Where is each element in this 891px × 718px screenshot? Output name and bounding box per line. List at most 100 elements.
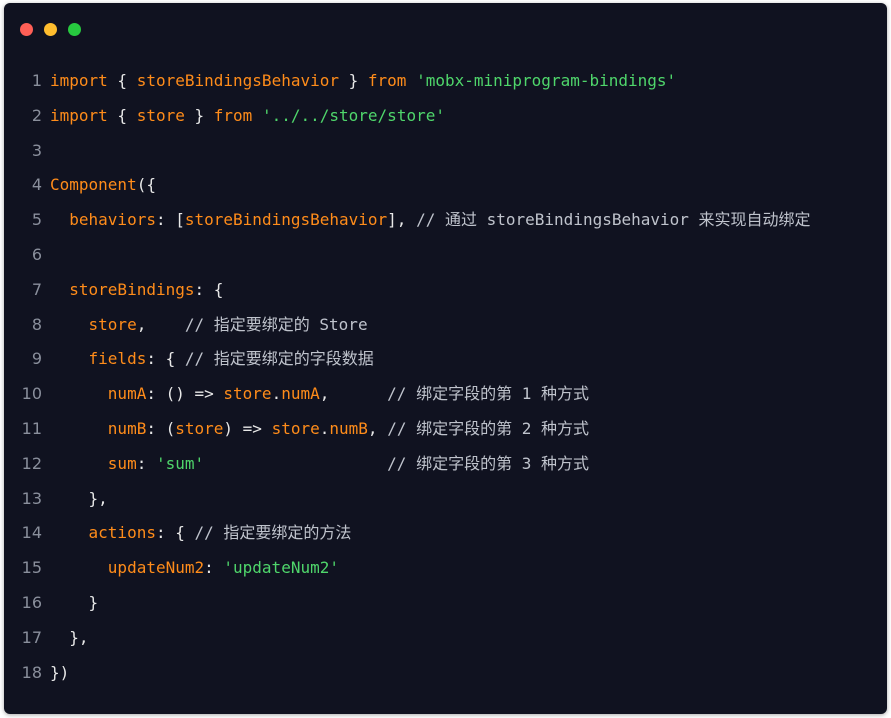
line-source: updateNum2: 'updateNum2'	[50, 558, 339, 577]
code-token: : [	[155, 210, 185, 230]
code-token: fields	[88, 349, 147, 369]
code-token: .	[271, 384, 282, 404]
line-source: sum: 'sum' // 绑定字段的第 3 种方式	[50, 454, 589, 473]
line-source: },	[50, 489, 108, 508]
code-token: 'sum'	[155, 453, 205, 473]
code-token: updateNum2	[107, 558, 205, 578]
code-token: // 指定要绑定的方法	[194, 523, 352, 543]
code-token: // 绑定字段的第 1 种方式	[387, 384, 589, 404]
code-token: // 绑定字段的第 3 种方式	[387, 453, 589, 473]
line-source: fields: { // 指定要绑定的字段数据	[50, 349, 374, 368]
line-source: import { store } from '../../store/store…	[50, 106, 445, 125]
code-token: numA	[281, 384, 320, 404]
code-line: 4 Component({	[4, 168, 887, 203]
code-token: : () =>	[146, 384, 224, 404]
code-token: .	[319, 418, 330, 438]
code-token: }	[50, 592, 99, 612]
code-token: from	[367, 71, 407, 90]
line-number: 2	[31, 105, 42, 125]
code-token: : {	[155, 523, 195, 543]
code-token: : (	[146, 418, 176, 438]
code-token: storeBindingsBehavior	[184, 210, 388, 230]
code-token: from	[213, 105, 253, 125]
line-source: actions: { // 指定要绑定的方法	[50, 523, 352, 543]
line-number: 10	[21, 384, 42, 404]
code-token: ,	[136, 314, 185, 334]
code-token: 'updateNum2'	[223, 558, 339, 578]
close-dot-icon[interactable]	[20, 23, 33, 36]
line-source: numA: () => store.numA, // 绑定字段的第 1 种方式	[50, 384, 589, 403]
code-token: })	[50, 662, 70, 682]
code-token: },	[50, 488, 108, 508]
code-line: 12 sum: 'sum' // 绑定字段的第 3 种方式	[4, 447, 887, 482]
line-number: 17	[21, 627, 42, 647]
code-token: {	[107, 105, 137, 125]
code-line: 11 numB: (store) => store.numB, // 绑定字段的…	[4, 412, 887, 447]
line-number: 1	[31, 71, 42, 90]
line-number: 16	[21, 592, 42, 612]
window-titlebar	[4, 3, 887, 51]
code-token: actions	[88, 523, 156, 543]
line-number: 12	[21, 453, 42, 473]
code-token: import	[50, 105, 108, 125]
code-token: numA	[107, 384, 147, 404]
code-token: ,	[367, 418, 388, 438]
code-line: 15 updateNum2: 'updateNum2'	[4, 551, 887, 586]
code-token: 'mobx-miniprogram-bindings'	[416, 71, 677, 90]
code-token: sum	[107, 453, 137, 473]
line-source: })	[50, 663, 69, 682]
line-number: 14	[21, 523, 42, 543]
code-token: store	[136, 105, 185, 125]
code-token: :	[136, 453, 156, 473]
code-line: 17 },	[4, 621, 887, 656]
code-token: storeBindings	[69, 279, 195, 299]
line-source: },	[50, 628, 88, 647]
code-token: behaviors	[69, 210, 156, 230]
line-source: numB: (store) => store.numB, // 绑定字段的第 2…	[50, 419, 589, 438]
code-line: 3	[4, 134, 887, 169]
maximize-dot-icon[interactable]	[68, 23, 81, 36]
code-token: ({	[136, 175, 156, 195]
line-number: 6	[31, 244, 42, 264]
code-token: ) =>	[223, 418, 272, 438]
code-line: 10 numA: () => store.numA, // 绑定字段的第 1 种…	[4, 377, 887, 412]
code-block: 1 import { storeBindingsBehavior } from '…	[4, 64, 887, 690]
line-number: 11	[21, 418, 42, 438]
minimize-dot-icon[interactable]	[44, 23, 57, 36]
code-line: 6	[4, 238, 887, 273]
code-line: 1 import { storeBindingsBehavior } from '…	[4, 64, 887, 99]
code-token: store	[271, 418, 320, 438]
line-source: store, // 指定要绑定的 Store	[50, 315, 368, 334]
line-number: 15	[21, 558, 42, 578]
line-source: }	[50, 592, 99, 612]
code-token: // 通过 storeBindingsBehavior 来实现自动绑定	[416, 210, 811, 230]
line-number: 4	[31, 175, 42, 195]
line-source: storeBindings: {	[50, 280, 223, 299]
code-token: store	[88, 314, 137, 334]
line-source: import { storeBindingsBehavior } from 'm…	[50, 71, 676, 90]
line-number: 9	[31, 349, 42, 369]
code-line: 14 actions: { // 指定要绑定的方法	[4, 516, 887, 551]
code-line: 7 storeBindings: {	[4, 273, 887, 308]
code-token: import	[50, 71, 108, 90]
code-line: 16 }	[4, 586, 887, 621]
line-source: Component({	[50, 175, 156, 194]
code-token: ,	[319, 384, 388, 404]
code-token: : {	[146, 349, 185, 369]
code-token: ],	[387, 210, 417, 230]
code-token: :	[204, 558, 224, 578]
code-line: 13 },	[4, 482, 887, 517]
code-token: {	[107, 71, 137, 90]
code-token: numB	[329, 418, 368, 438]
code-token: '../../store/store'	[261, 105, 445, 125]
code-token: }	[184, 105, 214, 125]
line-source: behaviors: [storeBindingsBehavior], // 通…	[50, 210, 811, 230]
